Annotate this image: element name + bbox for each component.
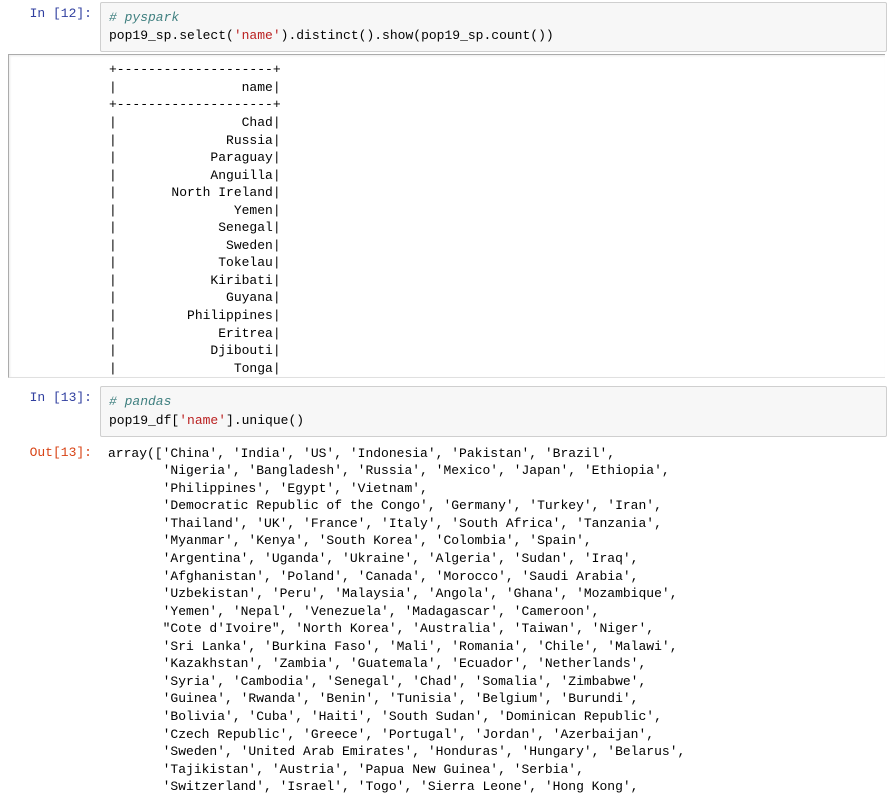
output-cell-13: Out[13]: array(['China', 'India', 'US', … [0,439,887,802]
code-text: ].unique() [226,413,304,428]
code-comment: # pyspark [109,10,179,25]
input-prompt-13: In [13]: [0,384,100,411]
code-string: 'name' [234,28,281,43]
code-string: 'name' [179,413,226,428]
code-text: pop19_sp.select( [109,28,234,43]
code-comment: # pandas [109,394,171,409]
output-text-13: array(['China', 'India', 'US', 'Indonesi… [100,439,887,802]
code-text: ).distinct().show(pop19_sp.count()) [281,28,554,43]
input-cell-13: In [13]: # pandas pop19_df['name'].uniqu… [0,384,887,438]
code-editor-12[interactable]: # pyspark pop19_sp.select('name').distin… [100,2,887,52]
output-scroll-area-12[interactable]: +--------------------+ | name| +--------… [8,54,885,378]
output-text-12: +--------------------+ | name| +--------… [101,55,885,378]
code-editor-13[interactable]: # pandas pop19_df['name'].unique() [100,386,887,436]
input-cell-12: In [12]: # pyspark pop19_sp.select('name… [0,0,887,54]
code-text: pop19_df[ [109,413,179,428]
input-prompt-12: In [12]: [0,0,100,27]
output-prompt-13: Out[13]: [0,439,100,466]
